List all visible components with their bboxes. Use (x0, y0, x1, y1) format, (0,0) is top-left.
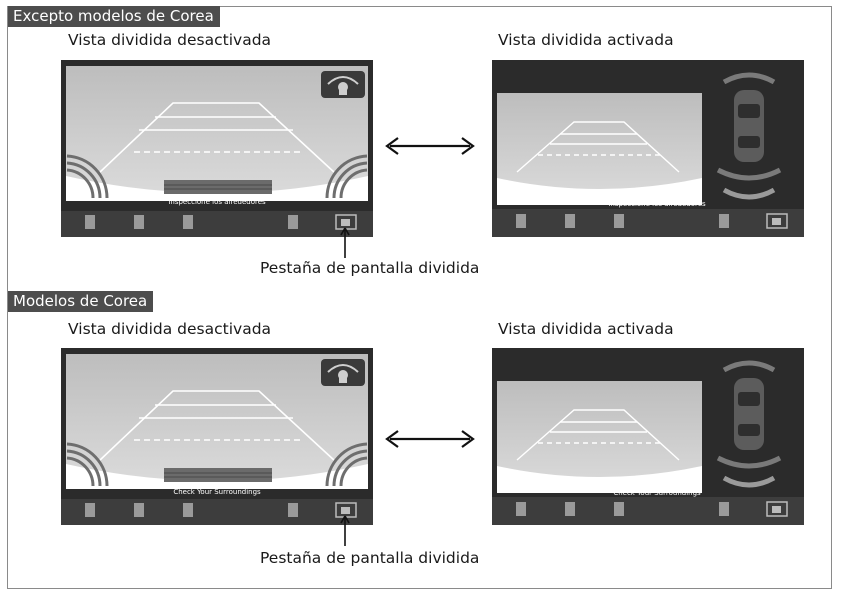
camera-screen-split-on: Check Your Surroundings (492, 348, 804, 525)
section-label-excepto-corea: Excepto modelos de Corea (8, 6, 220, 27)
double-headed-arrow-icon (385, 430, 475, 448)
callout-pointer (340, 227, 350, 258)
section-label-corea: Modelos de Corea (8, 291, 154, 312)
caption-split-on: Vista dividida activada (498, 31, 674, 49)
callout-split-tab: Pestaña de pantalla dividida (260, 259, 480, 277)
caption-split-off: Vista dividida desactivada (68, 31, 272, 49)
callout-pointer (340, 515, 350, 546)
car-top-view-icon (734, 90, 764, 162)
warning-text-split-off: Inspeccione los alrededores (168, 198, 266, 206)
camera-screen-split-off: Inspeccione los alrededores (61, 60, 373, 237)
camera-screen-split-on: Inspeccione los alrededores (492, 60, 804, 237)
warning-text-split-off: Check Your Surroundings (173, 488, 261, 496)
callout-split-tab: Pestaña de pantalla dividida (260, 549, 480, 567)
camera-screen-split-off: Check Your Surroundings (61, 348, 373, 525)
double-headed-arrow-icon (385, 137, 475, 155)
caption-split-off: Vista dividida desactivada (68, 320, 272, 338)
warning-text-split-on: Check Your Surroundings (613, 489, 701, 497)
warning-text-split-on: Inspeccione los alrededores (608, 200, 706, 208)
caption-split-on: Vista dividida activada (498, 320, 674, 338)
